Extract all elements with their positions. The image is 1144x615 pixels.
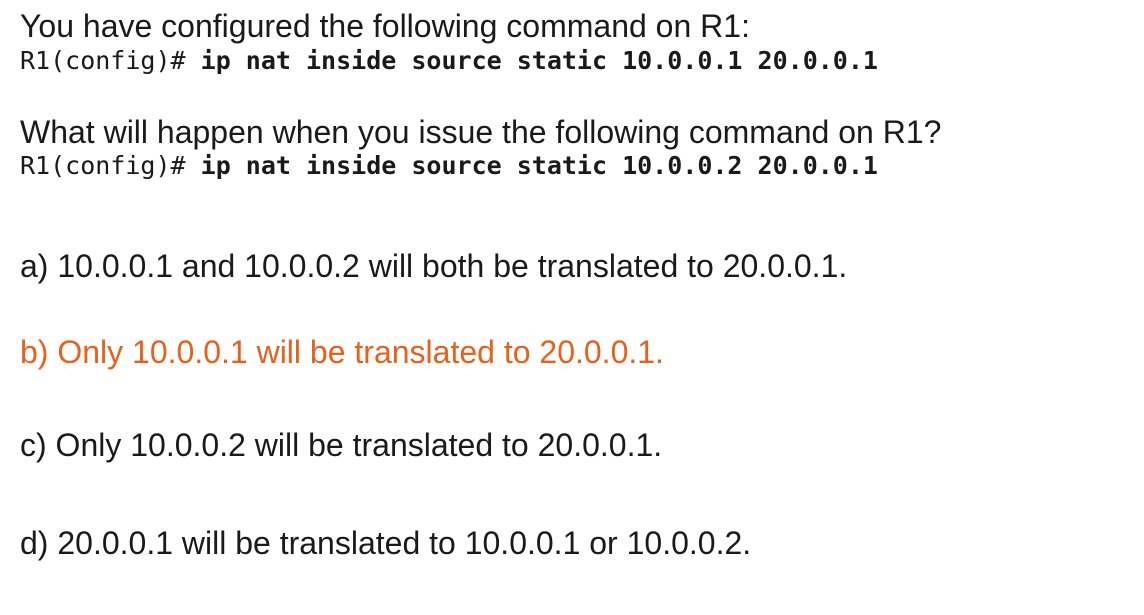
answer-option-c[interactable]: c) Only 10.0.0.2 will be translated to 2… (20, 427, 662, 463)
cli-prompt: R1(config)# (20, 46, 186, 75)
answer-option-b[interactable]: b) Only 10.0.0.1 will be translated to 2… (20, 334, 664, 370)
config-line-2: R1(config)# ip nat inside source static … (20, 151, 878, 181)
question-ask: What will happen when you issue the foll… (20, 114, 942, 150)
cli-prompt: R1(config)# (20, 151, 186, 180)
question-intro: You have configured the following comman… (20, 8, 750, 44)
cli-command: ip nat inside source static 10.0.0.2 20.… (200, 151, 878, 180)
answer-option-a[interactable]: a) 10.0.0.1 and 10.0.0.2 will both be tr… (20, 248, 847, 284)
answer-option-d[interactable]: d) 20.0.0.1 will be translated to 10.0.0… (20, 525, 751, 561)
cli-command: ip nat inside source static 10.0.0.1 20.… (200, 46, 878, 75)
config-line-1: R1(config)# ip nat inside source static … (20, 46, 878, 76)
quiz-slide: You have configured the following comman… (0, 0, 1144, 615)
